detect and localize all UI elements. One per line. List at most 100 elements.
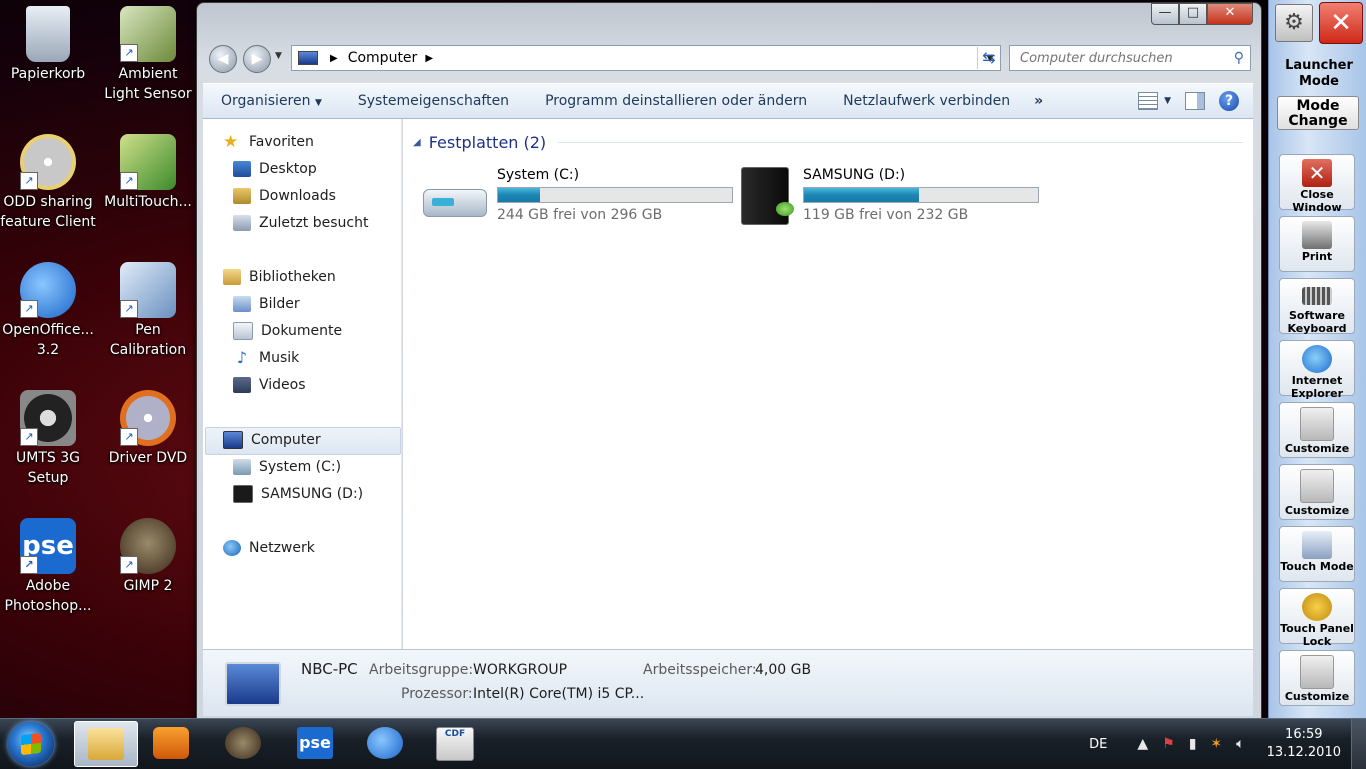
- drive-free-space: 119 GB frei von 232 GB: [803, 207, 969, 223]
- nav-documents[interactable]: Dokumente: [233, 320, 342, 342]
- nav-label: Netzwerk: [249, 540, 315, 556]
- system-properties-button[interactable]: Systemeigenschaften: [340, 93, 527, 109]
- breadcrumb-computer[interactable]: Computer: [348, 50, 418, 66]
- nav-drive-d[interactable]: SAMSUNG (D:): [233, 483, 363, 505]
- refresh-button[interactable]: ⇆: [977, 47, 1000, 69]
- search-box[interactable]: ⚲: [1009, 45, 1251, 71]
- minimize-button[interactable]: —: [1151, 3, 1179, 25]
- desktop-icon-umts[interactable]: ↗ UMTS 3G Setup: [0, 384, 96, 488]
- media-player-icon: [153, 727, 189, 759]
- taskbar-photoshop[interactable]: pse: [284, 721, 346, 765]
- launcher-button-label: Customize: [1284, 690, 1350, 703]
- nav-pictures[interactable]: Bilder: [233, 293, 300, 315]
- breadcrumb-chevron-icon[interactable]: ▶: [330, 53, 338, 64]
- desktop-icon-label: Adobe Photoshop...: [4, 578, 92, 614]
- memory-label: Arbeitsspeicher:: [643, 662, 757, 678]
- network-status-icon[interactable]: ✶: [1210, 736, 1222, 752]
- maximize-button[interactable]: □: [1179, 3, 1207, 25]
- launcher-close-button[interactable]: ✕: [1319, 2, 1363, 44]
- nav-favorites[interactable]: ★ Favoriten: [223, 131, 314, 153]
- forward-button[interactable]: ▶: [243, 45, 271, 73]
- drive-info: System (C:) 244 GB frei von 296 GB: [497, 167, 733, 227]
- desktop-icon-openoffice[interactable]: ↗ OpenOffice... 3.2: [0, 256, 96, 360]
- help-icon[interactable]: ?: [1219, 91, 1239, 111]
- organize-menu[interactable]: Organisieren ▼: [203, 93, 340, 109]
- recent-places-icon: [233, 215, 251, 231]
- nav-recent[interactable]: Zuletzt besucht: [233, 212, 368, 234]
- clock[interactable]: 16:59 13.12.2010: [1267, 726, 1341, 762]
- address-bar[interactable]: ▶ Computer ▶ ▼: [291, 45, 1001, 71]
- map-network-drive-button[interactable]: Netzlaufwerk verbinden: [825, 93, 1028, 109]
- desktop-icon-label: OpenOffice... 3.2: [2, 322, 94, 358]
- taskbar-openoffice[interactable]: [354, 721, 416, 765]
- explorer-window: — □ ✕ ◀ ▶ ▼ ▶ Computer ▶ ▼ ⇆ ⚲ Organisie…: [196, 2, 1262, 720]
- back-button[interactable]: ◀: [209, 45, 237, 73]
- nav-drive-c[interactable]: System (C:): [233, 456, 341, 478]
- more-commands-button[interactable]: »: [1028, 93, 1049, 109]
- nav-libraries[interactable]: Bibliotheken: [223, 266, 336, 288]
- gear-icon[interactable]: ⚙: [1275, 4, 1313, 42]
- customize-button[interactable]: Customize: [1279, 464, 1355, 520]
- nav-downloads[interactable]: Downloads: [233, 185, 336, 207]
- internet-explorer-button[interactable]: Internet Explorer: [1279, 340, 1355, 400]
- desktop-icon-pen-calibration[interactable]: ↗ Pen Calibration: [100, 256, 196, 360]
- gimp-icon: [225, 727, 261, 759]
- nav-music[interactable]: ♪ Musik: [233, 347, 299, 369]
- printer-icon: [1302, 221, 1332, 249]
- nav-computer[interactable]: Computer: [223, 429, 321, 451]
- close-button[interactable]: ✕: [1207, 3, 1253, 25]
- libraries-icon: [223, 269, 241, 285]
- taskbar-explorer[interactable]: [74, 721, 138, 767]
- language-indicator[interactable]: DE: [1089, 737, 1107, 752]
- search-input[interactable]: [1018, 49, 1222, 67]
- taskbar-gimp[interactable]: [212, 721, 274, 765]
- recent-pages-dropdown[interactable]: ▼: [275, 51, 282, 61]
- desktop-icon-ambient-light[interactable]: ↗ Ambient Light Sensor: [100, 0, 196, 104]
- close-window-icon: ✕: [1302, 159, 1332, 187]
- mode-change-button[interactable]: Mode Change: [1277, 96, 1359, 130]
- software-keyboard-button[interactable]: Software Keyboard: [1279, 278, 1355, 335]
- desktop-icon-label: Pen Calibration: [109, 322, 187, 358]
- show-desktop-button[interactable]: [1351, 719, 1366, 769]
- memory-value: 4,00 GB: [755, 662, 812, 678]
- launcher-button-label: Internet Explorer: [1290, 374, 1344, 400]
- desktop-icon-gimp[interactable]: ↗ GIMP 2: [100, 512, 196, 596]
- drive-item-d[interactable]: SAMSUNG (D:) 119 GB frei von 232 GB: [733, 167, 1039, 227]
- print-button[interactable]: Print: [1279, 216, 1355, 272]
- nav-network[interactable]: Netzwerk: [223, 537, 315, 559]
- view-options-icon[interactable]: [1138, 92, 1159, 110]
- taskbar-media-player[interactable]: [140, 721, 202, 765]
- breadcrumb-chevron-icon[interactable]: ▶: [425, 53, 433, 64]
- chevron-down-icon[interactable]: ▼: [1164, 96, 1171, 106]
- taskbar-cdf[interactable]: CDF: [424, 721, 486, 765]
- uninstall-program-button[interactable]: Programm deinstallieren oder ändern: [527, 93, 825, 109]
- preview-pane-icon[interactable]: [1185, 92, 1205, 110]
- touch-mode-button[interactable]: Touch Mode: [1279, 526, 1355, 582]
- launcher-mode-title: Launcher Mode: [1285, 58, 1353, 89]
- show-hidden-icons-icon[interactable]: ▲: [1137, 736, 1148, 752]
- customize-button[interactable]: Customize: [1279, 402, 1355, 458]
- drive-item-c[interactable]: System (C:) 244 GB frei von 296 GB: [423, 167, 733, 227]
- desktop-icon-multitouch[interactable]: ↗ MultiTouch...: [100, 128, 196, 212]
- desktop-icon-odd-sharing[interactable]: ↗ ODD sharing feature Client: [0, 128, 96, 232]
- desktop-icon-label: Driver DVD: [108, 450, 188, 466]
- search-icon[interactable]: ⚲: [1234, 50, 1244, 66]
- desktop-icon-label: ODD sharing feature Client: [0, 194, 96, 230]
- start-button[interactable]: [8, 722, 54, 766]
- nav-videos[interactable]: Videos: [233, 374, 306, 396]
- customize-button[interactable]: Customize: [1279, 650, 1355, 706]
- touch-panel-lock-button[interactable]: Touch Panel Lock: [1279, 588, 1355, 648]
- nav-label: SAMSUNG (D:): [261, 486, 364, 502]
- close-window-button[interactable]: ✕ Close Window: [1279, 154, 1355, 214]
- group-header-hard-drives[interactable]: ◢ Festplatten (2): [413, 133, 1243, 152]
- drive-info: SAMSUNG (D:) 119 GB frei von 232 GB: [803, 167, 1039, 227]
- collapse-triangle-icon[interactable]: ◢: [413, 137, 421, 148]
- power-icon[interactable]: ▮: [1189, 736, 1197, 752]
- volume-icon[interactable]: 🔈︎: [1236, 736, 1244, 752]
- nav-desktop[interactable]: Desktop: [233, 158, 317, 180]
- customize-icon: [1300, 407, 1334, 441]
- action-center-icon[interactable]: ⚑: [1162, 736, 1175, 752]
- desktop-icon-photoshop[interactable]: pse ↗ Adobe Photoshop...: [0, 512, 96, 616]
- desktop-icon-driver-dvd[interactable]: ↗ Driver DVD: [100, 384, 196, 468]
- desktop-icon-recycle-bin[interactable]: Papierkorb: [0, 0, 96, 84]
